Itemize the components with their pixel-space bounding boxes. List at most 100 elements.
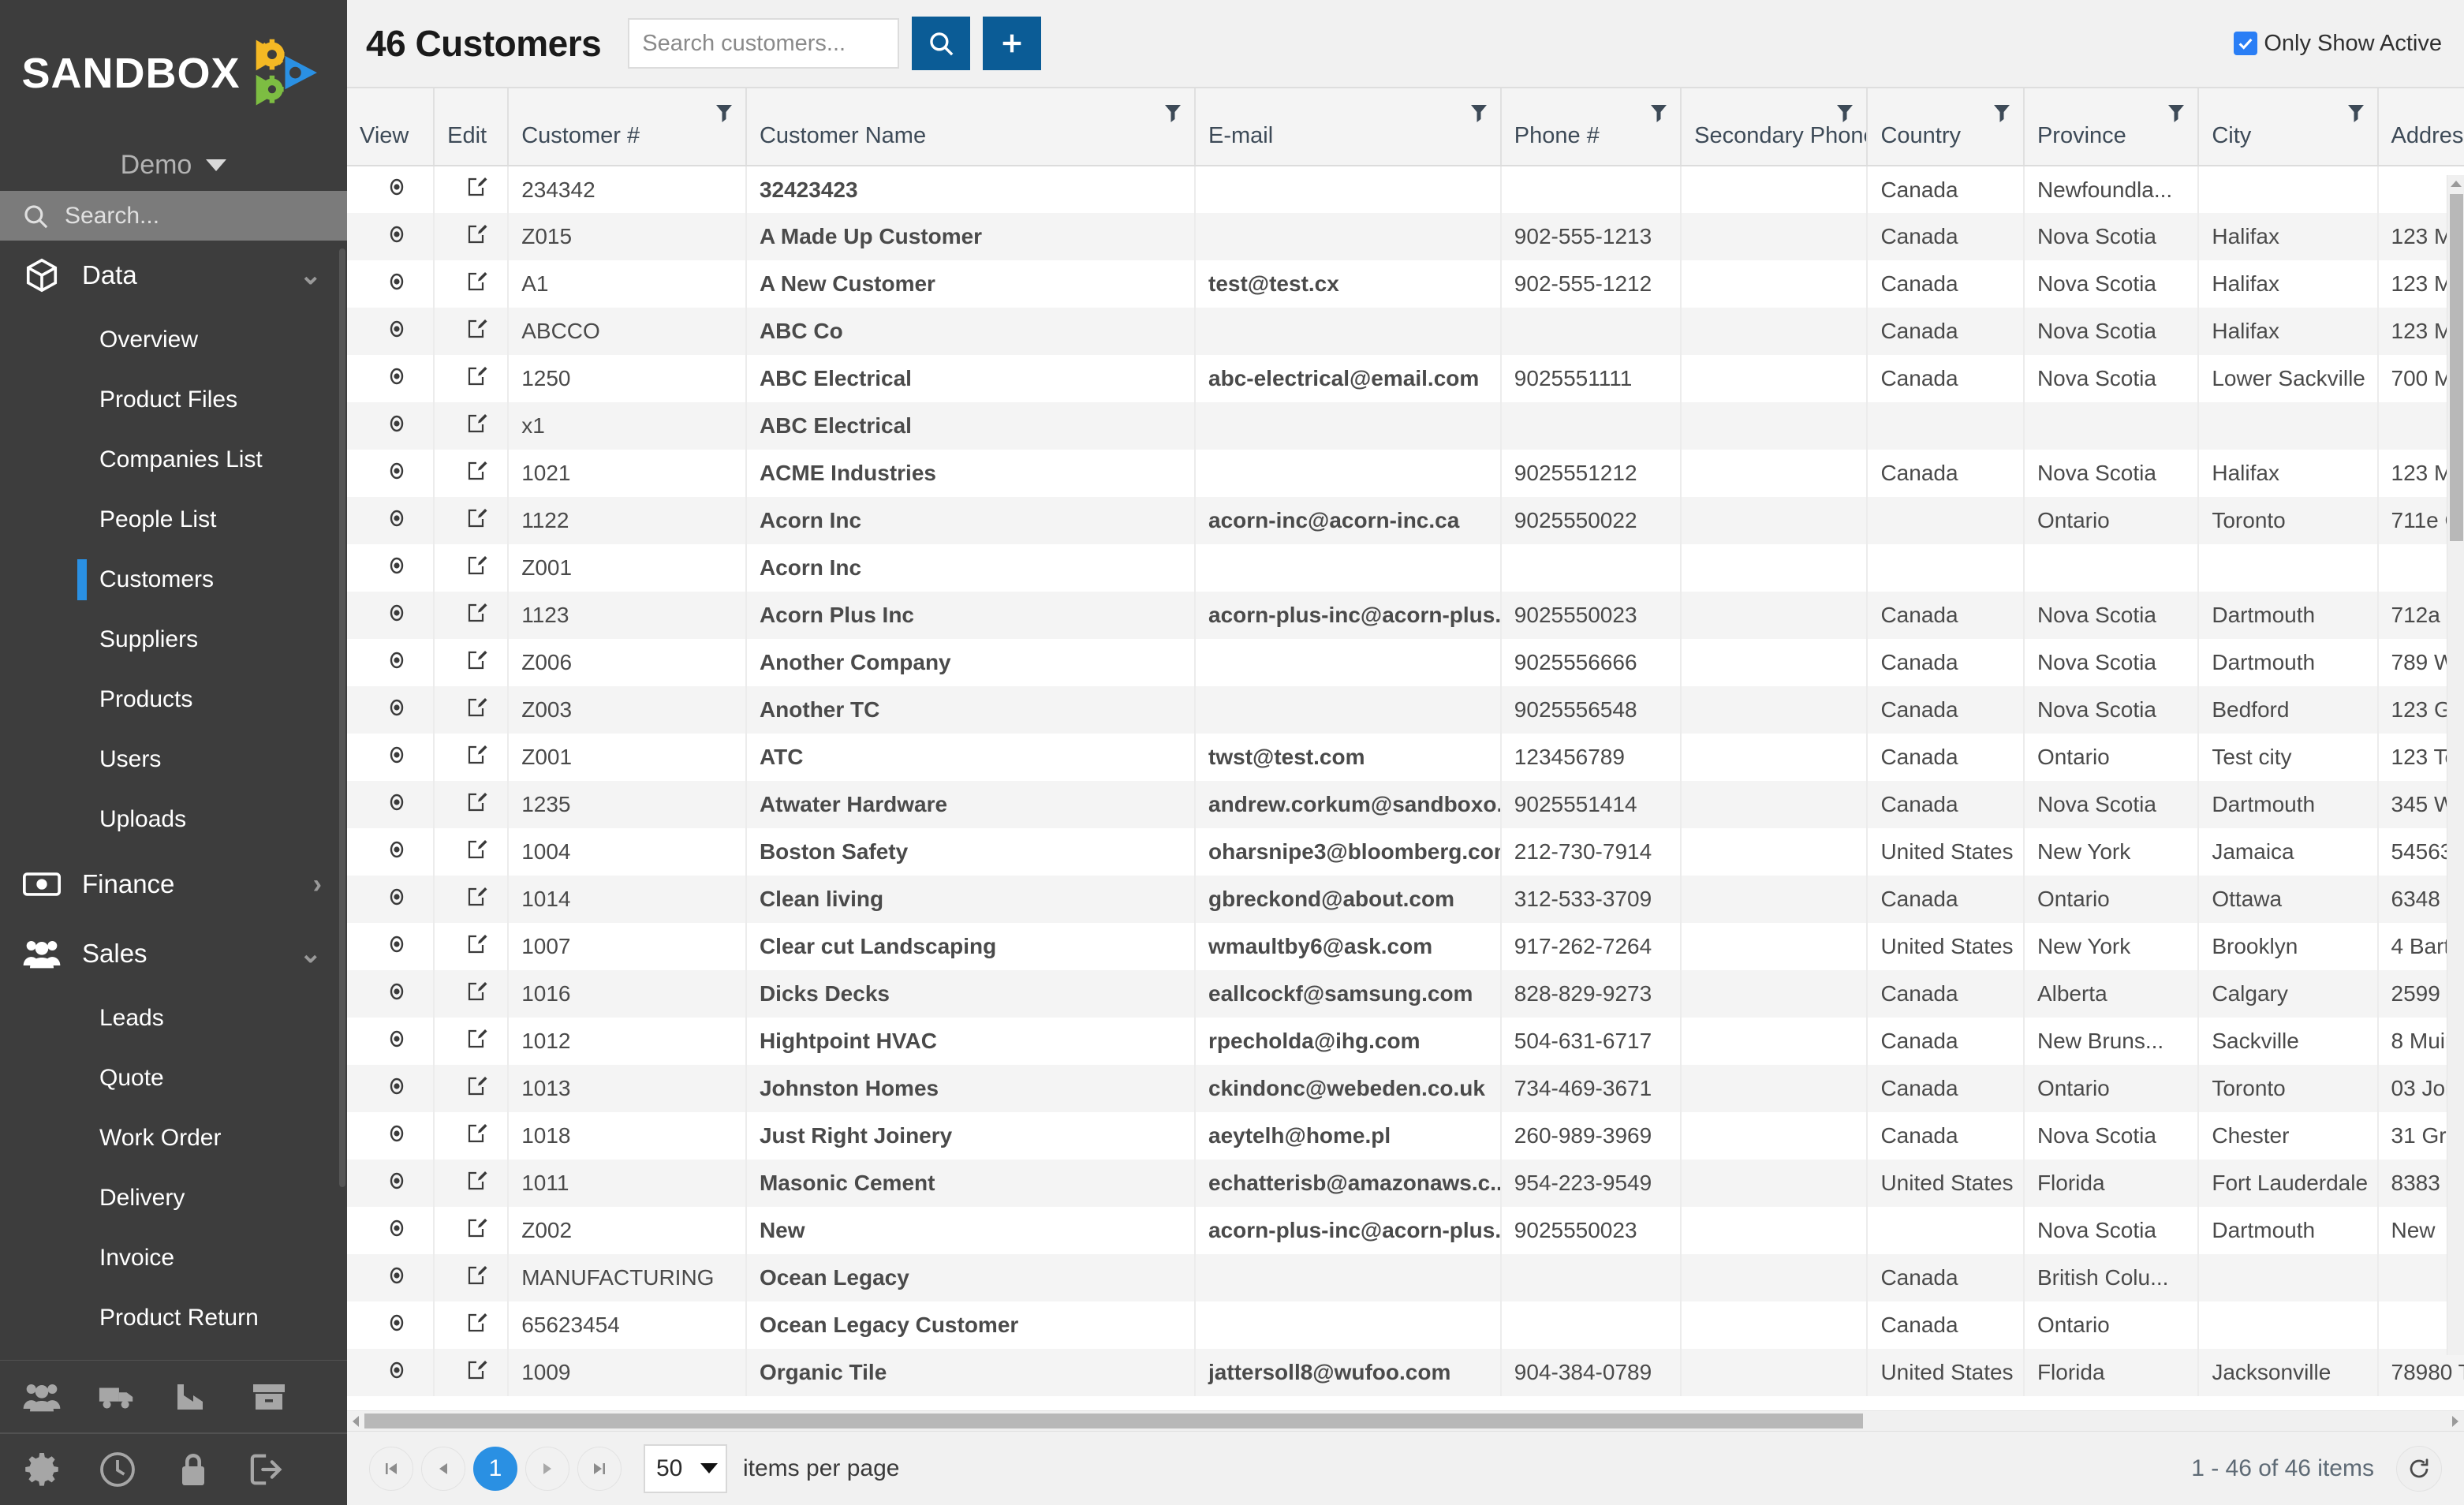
cell-cust_name[interactable]: 32423423: [745, 166, 1197, 213]
sidebar-item-product-return[interactable]: Product Return: [0, 1288, 347, 1348]
table-row[interactable]: 1009 Organic Tile jattersoll8@wufoo.com 904…: [347, 1349, 2464, 1396]
pencil-square-icon[interactable]: [466, 886, 488, 908]
factory-icon[interactable]: [172, 1376, 215, 1418]
cell-edit[interactable]: [434, 1254, 510, 1301]
table-row[interactable]: ABCCOABC CoCanadaNova ScotiaHalifax123 M…: [347, 308, 2464, 355]
cell-view[interactable]: [347, 213, 435, 260]
table-row[interactable]: 1011 Masonic Cement echatterisb@amazonaws.…: [347, 1160, 2464, 1207]
cell-cust_name[interactable]: ABC Electrical: [745, 402, 1197, 450]
table-row[interactable]: 1122 Acorn Inc acorn-inc@acorn-inc.ca 90255…: [347, 497, 2464, 544]
cell-email[interactable]: jattersoll8@wufoo.com: [1195, 1349, 1502, 1396]
sidebar-group-purchasing[interactable]: Purchasing ›: [0, 1348, 347, 1360]
eye-icon[interactable]: [386, 602, 408, 624]
sidebar-item-overview[interactable]: Overview: [0, 310, 347, 370]
column-header-phone2[interactable]: Secondary Phone #: [1681, 88, 1869, 166]
company-selector[interactable]: Demo: [0, 140, 347, 192]
cell-cust_name[interactable]: ATC: [745, 734, 1197, 781]
cell-cust_name[interactable]: New: [745, 1207, 1197, 1254]
cell-edit[interactable]: [434, 497, 510, 544]
eye-icon[interactable]: [386, 886, 408, 908]
pencil-square-icon[interactable]: [466, 933, 488, 955]
pencil-square-icon[interactable]: [466, 555, 488, 577]
sidebar-item-work-order[interactable]: Work Order: [0, 1108, 347, 1168]
users-icon[interactable]: [21, 1376, 63, 1418]
eye-icon[interactable]: [386, 318, 408, 340]
cell-cust_name[interactable]: Acorn Plus Inc: [745, 592, 1197, 639]
sidebar-item-users[interactable]: Users: [0, 730, 347, 790]
cell-view[interactable]: [347, 166, 435, 213]
table-row[interactable]: Z003 Another TC 9025556548 Canada Nova Scoti…: [347, 686, 2464, 734]
pencil-square-icon[interactable]: [466, 1217, 488, 1239]
filter-funnel-icon[interactable]: [1650, 104, 1667, 123]
table-row[interactable]: 1123 Acorn Plus Inc acorn-plus-inc@acorn-p…: [347, 592, 2464, 639]
table-row[interactable]: A1 A New Customer test@test.cx 902-555-1212…: [347, 260, 2464, 308]
refresh-button[interactable]: [2396, 1445, 2442, 1492]
cell-email[interactable]: rpecholda@ihg.com: [1195, 1018, 1502, 1065]
cell-email[interactable]: test@test.cx: [1195, 260, 1502, 308]
table-row[interactable]: Z015 A Made Up Customer 902-555-1213 Canada…: [347, 213, 2464, 260]
cell-edit[interactable]: [434, 166, 510, 213]
scroll-right-icon[interactable]: [2447, 1415, 2464, 1428]
cell-edit[interactable]: [434, 1065, 510, 1112]
pencil-square-icon[interactable]: [466, 460, 488, 482]
cell-view[interactable]: [347, 1065, 435, 1112]
cell-email[interactable]: acorn-plus-inc@acorn-plus...: [1195, 592, 1502, 639]
pencil-square-icon[interactable]: [466, 1170, 488, 1192]
cell-edit[interactable]: [434, 450, 510, 497]
cell-view[interactable]: [347, 1254, 435, 1301]
first-page-button[interactable]: [369, 1446, 413, 1491]
cell-cust_name[interactable]: Dicks Decks: [745, 970, 1197, 1018]
cell-view[interactable]: [347, 402, 435, 450]
sidebar-item-delivery[interactable]: Delivery: [0, 1168, 347, 1228]
cell-email[interactable]: wmaultby6@ask.com: [1195, 923, 1502, 970]
table-row[interactable]: 65623454 Ocean Legacy Customer Canada Ontar…: [347, 1301, 2464, 1349]
clock-icon[interactable]: [96, 1448, 139, 1491]
cell-email[interactable]: acorn-inc@acorn-inc.ca: [1195, 497, 1502, 544]
eye-icon[interactable]: [386, 838, 408, 861]
table-row[interactable]: 1004 Boston Safety oharsnipe3@bloomberg.co…: [347, 828, 2464, 876]
page-1-button[interactable]: 1: [473, 1446, 517, 1491]
table-row[interactable]: Z001 Acorn Inc: [347, 544, 2464, 592]
eye-icon[interactable]: [386, 176, 408, 198]
eye-icon[interactable]: [386, 791, 408, 813]
cell-cust_name[interactable]: A Made Up Customer: [745, 213, 1197, 260]
archive-box-icon[interactable]: [248, 1376, 290, 1418]
sidebar-item-quote[interactable]: Quote: [0, 1048, 347, 1108]
eye-icon[interactable]: [386, 1075, 408, 1097]
table-row[interactable]: 1235 Atwater Hardware andrew.corkum@sandbo…: [347, 781, 2464, 828]
table-row[interactable]: Z006 Another Company 9025556666 Canada Nova …: [347, 639, 2464, 686]
cell-view[interactable]: [347, 355, 435, 402]
pencil-square-icon[interactable]: [466, 1028, 488, 1050]
sidebar-item-product-files[interactable]: Product Files: [0, 370, 347, 430]
cell-edit[interactable]: [434, 260, 510, 308]
sidebar-group-sales[interactable]: Sales ⌄: [0, 919, 347, 988]
cell-view[interactable]: [347, 876, 435, 923]
hscroll-track[interactable]: [364, 1413, 2447, 1430]
cell-cust_name[interactable]: Organic Tile: [745, 1349, 1197, 1396]
pencil-square-icon[interactable]: [466, 507, 488, 529]
cell-view[interactable]: [347, 828, 435, 876]
column-header-cust_name[interactable]: Customer Name: [745, 88, 1197, 166]
cell-view[interactable]: [347, 1112, 435, 1160]
add-customer-button[interactable]: [983, 17, 1042, 70]
eye-icon[interactable]: [386, 271, 408, 293]
cell-view[interactable]: [347, 308, 435, 355]
eye-icon[interactable]: [386, 1170, 408, 1192]
cell-view[interactable]: [347, 1349, 435, 1396]
cell-cust_name[interactable]: Clear cut Landscaping: [745, 923, 1197, 970]
eye-icon[interactable]: [386, 555, 408, 577]
cell-edit[interactable]: [434, 355, 510, 402]
cell-edit[interactable]: [434, 402, 510, 450]
cell-cust_name[interactable]: Johnston Homes: [745, 1065, 1197, 1112]
cell-email[interactable]: eallcockf@samsung.com: [1195, 970, 1502, 1018]
search-input[interactable]: [628, 18, 900, 69]
column-header-province[interactable]: Province: [2023, 88, 2200, 166]
pencil-square-icon[interactable]: [466, 176, 488, 198]
table-row[interactable]: x1 ABC Electrical: [347, 402, 2464, 450]
sidebar-group-data[interactable]: Data ⌄: [0, 241, 347, 310]
sidebar-group-finance[interactable]: Finance ›: [0, 850, 347, 919]
cell-cust_name[interactable]: Acorn Inc: [745, 544, 1197, 592]
cell-view[interactable]: [347, 639, 435, 686]
cell-cust_name[interactable]: A New Customer: [745, 260, 1197, 308]
table-row[interactable]: 1013 Johnston Homes ckindonc@webeden.co.uk…: [347, 1065, 2464, 1112]
